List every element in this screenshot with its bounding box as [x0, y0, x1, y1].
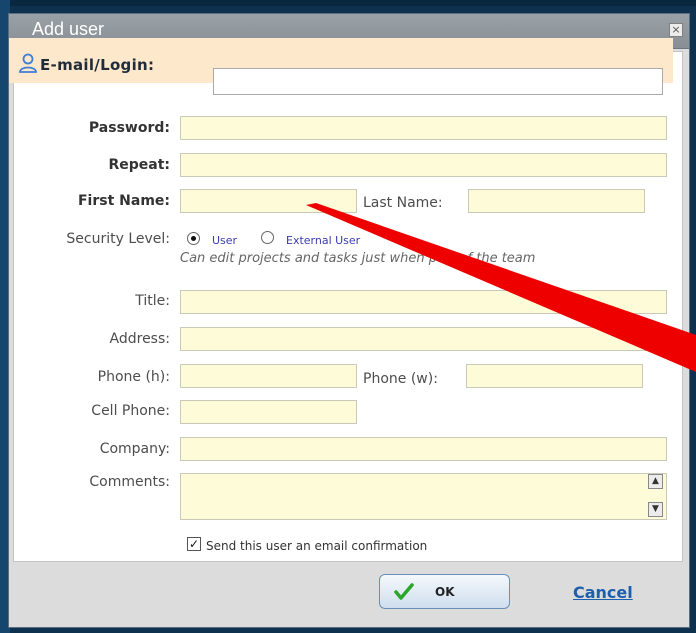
add-user-dialog: Add user ×: [8, 13, 690, 628]
user-icon: [19, 53, 37, 73]
security-external-radio[interactable]: [261, 231, 274, 244]
phone-work-label: Phone (w):: [363, 371, 438, 387]
close-button[interactable]: ×: [669, 23, 683, 37]
cell-phone-label: Cell Phone:: [91, 403, 170, 419]
password-label: Password:: [88, 120, 170, 136]
email-confirmation-label: Send this user an email confirmation: [206, 539, 428, 553]
last-name-label: Last Name:: [363, 195, 443, 211]
last-name-field[interactable]: [468, 189, 645, 213]
arrow-up-icon: ▲: [652, 476, 659, 486]
login-label: E-mail/Login:: [40, 56, 155, 74]
comments-label: Comments:: [89, 474, 170, 490]
repeat-password-field[interactable]: [180, 153, 667, 177]
cancel-link[interactable]: Cancel: [573, 583, 633, 602]
title-field[interactable]: [180, 290, 667, 314]
security-external-label: External User: [286, 234, 361, 247]
security-hint: Can edit projects and tasks just when pa…: [180, 251, 536, 266]
arrow-down-icon: ▼: [652, 504, 659, 514]
security-user-radio[interactable]: [187, 232, 200, 245]
phone-home-field[interactable]: [180, 364, 357, 388]
security-user-label: User: [212, 234, 238, 247]
security-level-label: Security Level:: [66, 231, 170, 247]
ok-button[interactable]: OK: [379, 574, 510, 609]
phone-home-label: Phone (h):: [97, 369, 170, 385]
email-confirmation-checkbox[interactable]: ✓: [187, 537, 201, 551]
phone-work-field[interactable]: [466, 364, 643, 388]
address-field[interactable]: [180, 327, 667, 351]
scroll-down-button[interactable]: ▼: [648, 502, 663, 517]
checkmark-icon: ✓: [188, 537, 200, 551]
comments-textarea[interactable]: [180, 473, 667, 520]
scroll-up-button[interactable]: ▲: [648, 474, 663, 489]
first-name-label: First Name:: [77, 193, 170, 209]
cell-phone-field[interactable]: [180, 400, 357, 424]
company-field[interactable]: [180, 437, 667, 461]
title-label: Title:: [135, 293, 170, 309]
address-label: Address:: [109, 331, 170, 347]
ok-button-label: OK: [435, 585, 455, 599]
close-icon: ×: [671, 23, 681, 36]
green-check-icon: [394, 583, 414, 600]
login-input[interactable]: [213, 68, 663, 95]
repeat-label: Repeat:: [108, 157, 170, 173]
password-field[interactable]: [180, 116, 667, 140]
company-label: Company:: [99, 441, 170, 457]
background-top: [0, 0, 696, 6]
first-name-field[interactable]: [180, 189, 357, 213]
dialog-title: Add user: [32, 19, 105, 39]
